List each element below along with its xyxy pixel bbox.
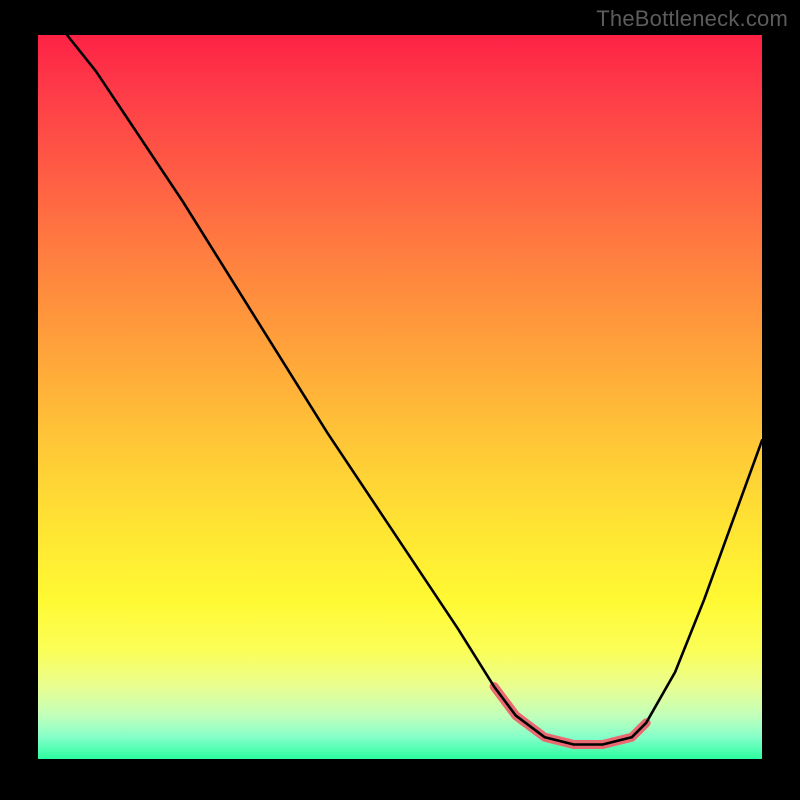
chart-frame: TheBottleneck.com <box>0 0 800 800</box>
watermark-text: TheBottleneck.com <box>596 6 788 32</box>
bottleneck-curve <box>67 35 762 745</box>
curve-layer <box>38 35 762 759</box>
plot-area <box>38 35 762 759</box>
